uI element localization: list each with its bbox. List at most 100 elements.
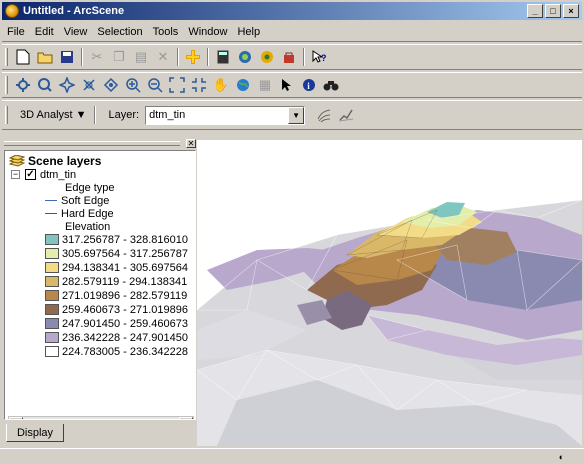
legend-swatch (45, 276, 59, 287)
status-bar: ◐ (0, 448, 584, 464)
minimize-button[interactable]: _ (527, 4, 543, 18)
legend-class-label: 259.460673 - 271.019896 (62, 303, 189, 316)
layer-dtm-tin[interactable]: − ✓ dtm_tin (11, 168, 76, 181)
set-observer-icon[interactable] (100, 74, 122, 96)
menu-window[interactable]: Window (183, 26, 232, 38)
select-pointer-icon[interactable] (276, 74, 298, 96)
layer-visibility-checkbox[interactable]: ✓ (25, 169, 36, 180)
target-center-icon[interactable] (56, 74, 78, 96)
model-builder-icon[interactable] (256, 46, 278, 68)
legend-class: 282.579119 - 294.138341 (45, 275, 187, 288)
new-icon[interactable] (12, 46, 34, 68)
scene-layers-root[interactable]: Scene layers (9, 153, 102, 168)
narrow-fov-icon[interactable] (188, 74, 210, 96)
toolbar-separator (303, 48, 305, 66)
paste-icon[interactable]: ▤ (130, 46, 152, 68)
cut-icon[interactable]: ✂ (86, 46, 108, 68)
legend-class: 224.783005 - 236.342228 (45, 345, 188, 358)
toolbar-separator (81, 48, 83, 66)
hard-edge-line-symbol (45, 213, 57, 214)
legend-class-label: 247.901450 - 259.460673 (62, 317, 189, 330)
layer-name: dtm_tin (40, 168, 77, 181)
copy-icon[interactable]: ❐ (108, 46, 130, 68)
save-icon[interactable] (56, 46, 78, 68)
full-extent-icon[interactable] (166, 74, 188, 96)
scroll-left-icon[interactable]: ◀ (9, 417, 23, 419)
legend-class-label: 224.783005 - 236.342228 (62, 345, 189, 358)
hard-edge-label: Hard Edge (61, 207, 114, 220)
scene-layers-label: Scene layers (28, 153, 102, 168)
menu-view[interactable]: View (59, 26, 93, 38)
toc-tree: Scene layers − ✓ dtm_tin Edge type Soft … (4, 150, 196, 420)
layer-label: Layer: (108, 109, 140, 121)
toolbar-grip[interactable] (5, 48, 8, 66)
zoom-to-target-icon[interactable] (78, 74, 100, 96)
menu-file[interactable]: File (2, 26, 30, 38)
layer-select[interactable]: dtm_tin ▼ (145, 105, 306, 125)
toolbar-grip[interactable] (5, 76, 8, 94)
close-button[interactable]: × (563, 4, 579, 18)
arctoolbox-icon[interactable] (234, 46, 256, 68)
status-globe-icon: ◐ (558, 452, 564, 462)
menu-help[interactable]: Help (232, 26, 265, 38)
collapse-icon[interactable]: − (11, 170, 20, 179)
legend-class: 236.342228 - 247.901450 (45, 331, 188, 344)
3d-analyst-menu-button[interactable]: 3D Analyst ▼ (16, 109, 91, 121)
legend-class: 294.138341 - 305.697564 (45, 261, 188, 274)
delete-icon[interactable]: ✕ (152, 46, 174, 68)
legend-swatch (45, 234, 59, 245)
legend-class-label: 282.579119 - 294.138341 (62, 275, 188, 288)
toolbar-grip[interactable] (5, 106, 8, 124)
menu-tools[interactable]: Tools (148, 26, 184, 38)
arcscene-window: Untitled - ArcScene _ □ × File Edit View… (0, 0, 584, 464)
identify-icon[interactable]: i (298, 74, 320, 96)
table-of-contents-panel: ✕ Scene layers − ✓ dtm_tin Edge type Sof… (2, 139, 198, 446)
layers-icon (9, 154, 25, 167)
legend-class-label: 305.697564 - 317.256787 (62, 247, 189, 260)
legend-swatch (45, 248, 59, 259)
scene-view[interactable] (197, 140, 582, 446)
maximize-button[interactable]: □ (545, 4, 561, 18)
edge-type-heading: Edge type (65, 181, 115, 194)
legend-class: 259.460673 - 271.019896 (45, 303, 188, 316)
calculator-icon[interactable] (212, 46, 234, 68)
layer-select-value: dtm_tin (149, 109, 186, 121)
elevation-heading: Elevation (65, 220, 111, 233)
scroll-right-icon[interactable]: ▶ (179, 417, 193, 419)
toolbar-separator (177, 48, 179, 66)
toolbox-icon[interactable] (278, 46, 300, 68)
tin-surface-render (197, 199, 582, 446)
legend-swatch (45, 346, 59, 357)
tab-display[interactable]: Display (6, 424, 64, 442)
legend-swatch (45, 290, 59, 301)
create-contours-icon[interactable] (313, 104, 335, 126)
legend-swatch (45, 304, 59, 315)
zoom-out-icon[interactable] (144, 74, 166, 96)
fly-icon[interactable] (34, 74, 56, 96)
legend-class-label: 236.342228 - 247.901450 (62, 331, 189, 344)
legend-soft-edge: Soft Edge (45, 194, 109, 207)
menu-selection[interactable]: Selection (92, 26, 147, 38)
legend-class-label: 317.256787 - 328.816010 (62, 233, 189, 246)
full-screen-icon[interactable]: ▦ (254, 74, 276, 96)
navigate-icon[interactable] (12, 74, 34, 96)
legend-swatch (45, 262, 59, 273)
window-title: Untitled - ArcScene (23, 5, 125, 17)
create-steepest-path-icon[interactable] (335, 104, 357, 126)
globe-icon[interactable] (232, 74, 254, 96)
legend-swatch (45, 332, 59, 343)
legend-class-label: 294.138341 - 305.697564 (62, 261, 189, 274)
chevron-down-icon[interactable]: ▼ (288, 106, 305, 124)
whats-this-icon[interactable]: ? (308, 46, 330, 68)
close-icon[interactable]: ✕ (186, 139, 196, 148)
menu-edit[interactable]: Edit (30, 26, 59, 38)
toolbar-separator (207, 48, 209, 66)
toc-title-bar[interactable]: ✕ (2, 139, 198, 148)
find-binoculars-icon[interactable] (320, 74, 342, 96)
add-data-icon[interactable] (182, 46, 204, 68)
pan-hand-icon[interactable]: ✋ (210, 74, 232, 96)
open-icon[interactable] (34, 46, 56, 68)
zoom-in-icon[interactable] (122, 74, 144, 96)
toc-horizontal-scrollbar[interactable]: ◀ ▶ (8, 416, 194, 419)
legend-class: 305.697564 - 317.256787 (45, 247, 188, 260)
